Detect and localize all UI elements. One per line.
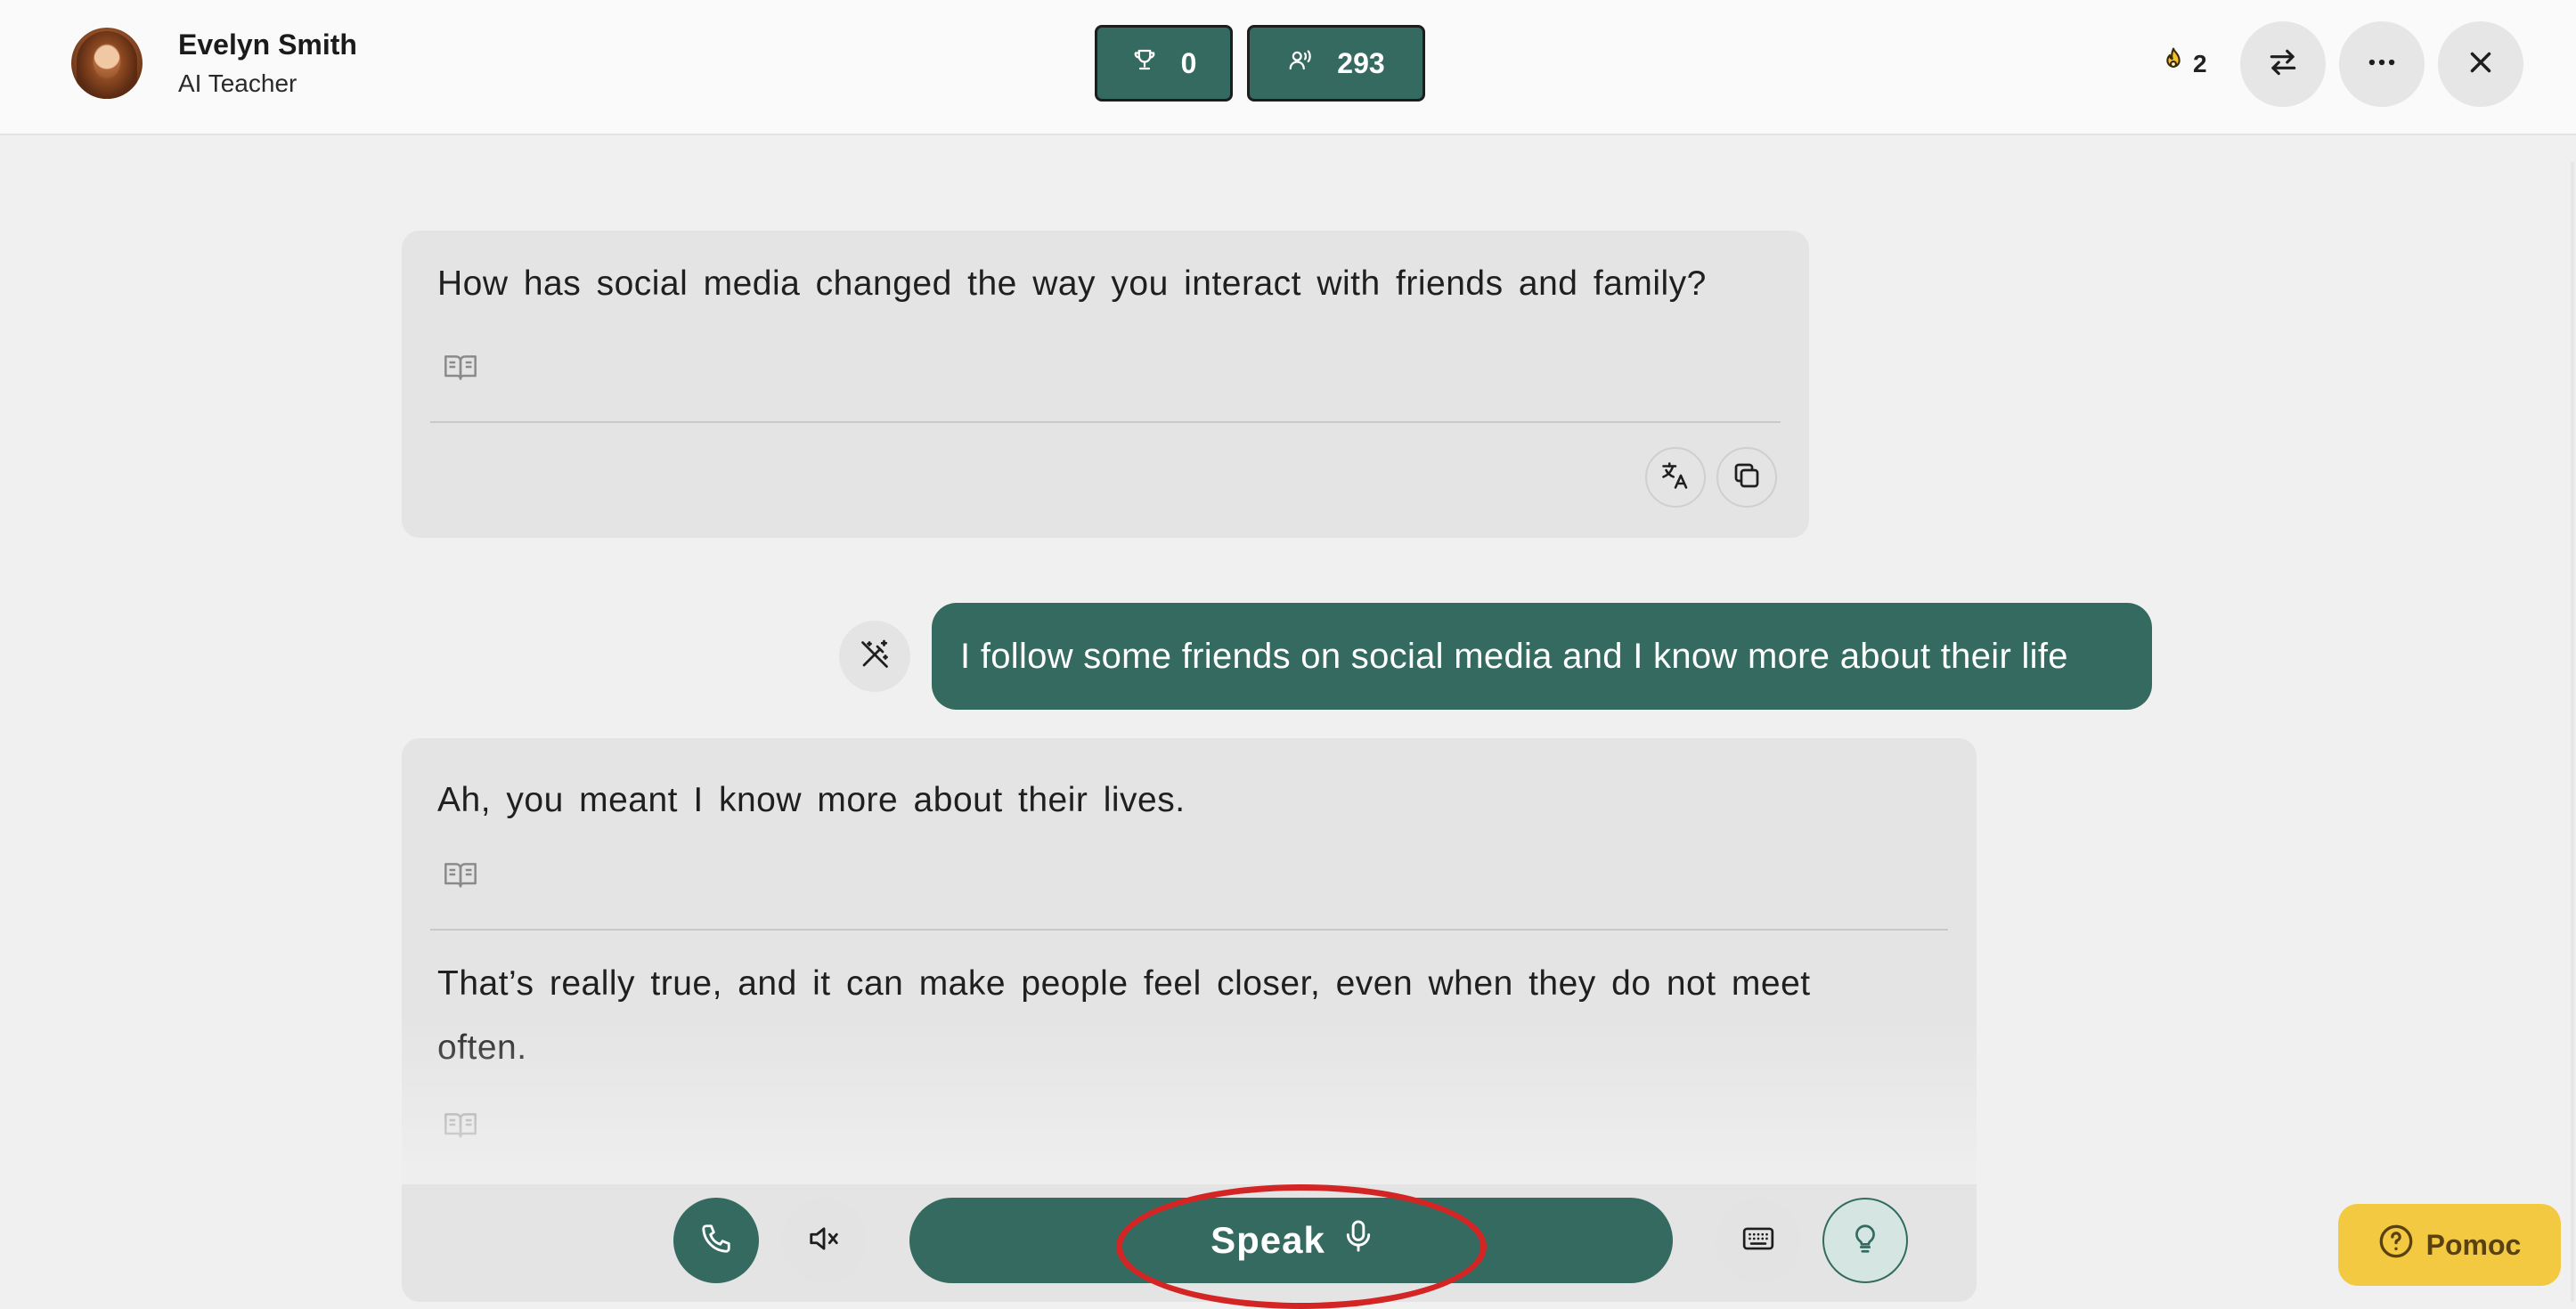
trophy-counter[interactable]: 0 bbox=[1095, 25, 1233, 102]
swap-arrows-icon bbox=[2266, 45, 2300, 84]
reading-book-icon[interactable] bbox=[443, 859, 478, 890]
ai-message: How has social media changed the way you… bbox=[402, 231, 1809, 538]
reading-book-icon[interactable] bbox=[443, 352, 478, 382]
speaking-head-icon bbox=[1287, 46, 1314, 80]
translate-icon bbox=[1659, 459, 1692, 496]
speak-label: Speak bbox=[1211, 1219, 1325, 1261]
ai-correction-text: Ah, you meant I know more about their li… bbox=[437, 781, 1186, 819]
more-options-button[interactable] bbox=[2339, 21, 2425, 107]
speak-button[interactable]: Speak bbox=[909, 1198, 1673, 1283]
more-dots-icon bbox=[2365, 45, 2399, 84]
scrollbar[interactable] bbox=[2571, 162, 2574, 1302]
phone-icon bbox=[699, 1222, 733, 1260]
trophy-count: 0 bbox=[1180, 46, 1197, 79]
message-divider bbox=[430, 421, 1781, 423]
teacher-name: Evelyn Smith bbox=[178, 28, 357, 61]
flame-icon bbox=[2159, 46, 2188, 81]
user-message-text: I follow some friends on social media an… bbox=[960, 636, 2068, 676]
reading-book-icon[interactable] bbox=[443, 1110, 478, 1140]
translate-button[interactable] bbox=[1645, 447, 1706, 508]
close-button[interactable] bbox=[2438, 21, 2523, 107]
listening-counter[interactable]: 293 bbox=[1247, 25, 1425, 102]
keyboard-icon bbox=[1741, 1222, 1775, 1260]
teacher-role: AI Teacher bbox=[178, 69, 298, 97]
copy-button[interactable] bbox=[1716, 447, 1777, 508]
copy-icon bbox=[1731, 459, 1763, 496]
question-circle-icon bbox=[2378, 1224, 2414, 1266]
top-bar: Evelyn Smith AI Teacher 0 293 2 bbox=[0, 0, 2576, 135]
help-button[interactable]: Pomoc bbox=[2338, 1204, 2561, 1286]
close-icon bbox=[2464, 45, 2498, 84]
trophy-icon bbox=[1131, 46, 1158, 80]
ai-message-text: How has social media changed the way you… bbox=[437, 264, 1707, 303]
keyboard-button[interactable] bbox=[1716, 1198, 1801, 1283]
help-label: Pomoc bbox=[2425, 1228, 2522, 1261]
message-divider bbox=[430, 929, 1948, 931]
improve-answer-button[interactable] bbox=[839, 621, 910, 692]
user-message: I follow some friends on social media an… bbox=[932, 603, 2152, 710]
speaker-muted-icon bbox=[807, 1222, 841, 1260]
streak-indicator[interactable]: 2 bbox=[2159, 46, 2207, 81]
lightbulb-icon bbox=[1848, 1222, 1882, 1260]
listen-count: 293 bbox=[1337, 46, 1385, 79]
ai-message-text: That’s really true, and it can make peop… bbox=[437, 964, 1811, 1067]
teacher-avatar bbox=[71, 28, 143, 99]
magic-wand-icon bbox=[859, 638, 891, 675]
call-button[interactable] bbox=[673, 1198, 759, 1283]
switch-button[interactable] bbox=[2240, 21, 2326, 107]
hint-button[interactable] bbox=[1822, 1198, 1908, 1283]
microphone-icon bbox=[1345, 1219, 1372, 1262]
mute-button[interactable] bbox=[781, 1198, 867, 1283]
streak-count: 2 bbox=[2193, 49, 2207, 77]
